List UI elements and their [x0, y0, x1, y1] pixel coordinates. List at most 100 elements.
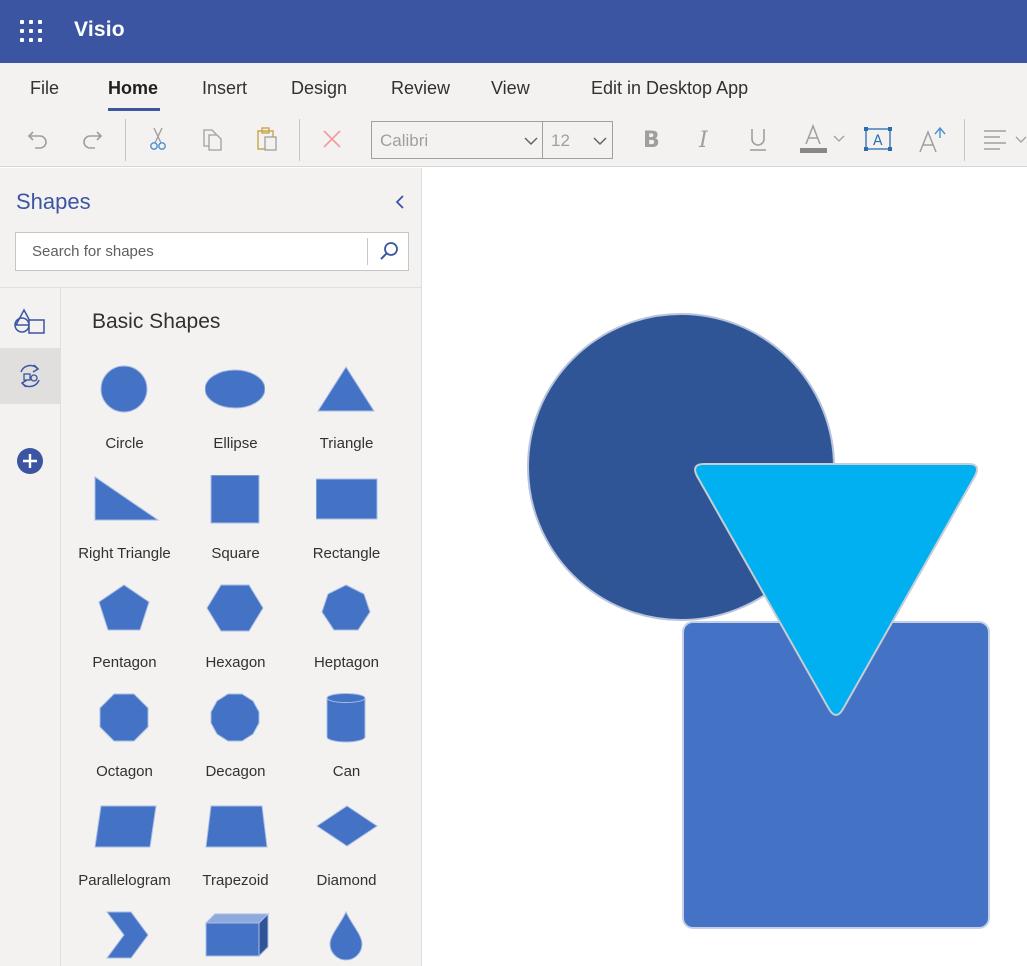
shape-rectangle[interactable]: Rectangle: [291, 475, 402, 575]
title-bar: Visio: [0, 0, 1027, 63]
paste-button[interactable]: [247, 115, 287, 163]
shape-can[interactable]: Can: [291, 693, 402, 793]
search-input[interactable]: [16, 233, 366, 270]
toolbar-separator: [125, 119, 126, 161]
chevron-shape-icon: [106, 911, 149, 959]
undo-button[interactable]: [18, 115, 58, 163]
search-icon[interactable]: [372, 235, 406, 269]
shape-teardrop[interactable]: [291, 911, 402, 966]
shape-diamond[interactable]: Diamond: [291, 802, 402, 902]
shape-label: Rectangle: [312, 545, 381, 562]
shape-label: Circle: [105, 435, 144, 452]
tab-view[interactable]: View: [491, 78, 530, 99]
decagon-icon: [210, 693, 260, 742]
chevron-down-icon: [524, 137, 538, 145]
copy-button[interactable]: [192, 115, 232, 163]
shape-ellipse[interactable]: Ellipse: [180, 365, 291, 465]
shape-label: Parallelogram: [78, 872, 171, 889]
italic-icon: I: [698, 128, 709, 151]
rectangle-icon: [316, 478, 378, 520]
hexagon-icon: [206, 584, 264, 632]
app-launcher-icon[interactable]: [20, 20, 42, 42]
shape-label: Hexagon: [205, 654, 266, 671]
tab-design[interactable]: Design: [291, 78, 347, 99]
redo-icon: [83, 131, 103, 149]
ribbon: File Home Insert Design Review View Edit…: [0, 63, 1027, 167]
delete-button[interactable]: [312, 115, 352, 163]
font-size-dropdown[interactable]: 12: [543, 121, 613, 159]
redo-button[interactable]: [72, 115, 112, 163]
shape-octagon[interactable]: Octagon: [69, 693, 180, 793]
square-icon: [210, 475, 260, 524]
align-button[interactable]: [980, 115, 1027, 163]
stencil-title: Basic Shapes: [92, 310, 221, 333]
teardrop-icon: [329, 911, 363, 961]
text-box-button[interactable]: A: [858, 115, 898, 163]
tab-edit-in-desktop-app[interactable]: Edit in Desktop App: [591, 78, 748, 99]
shape-square[interactable]: Square: [180, 475, 291, 575]
shape-label: Heptagon: [313, 654, 380, 671]
tab-review[interactable]: Review: [391, 78, 450, 99]
shape-block[interactable]: [180, 911, 291, 966]
shape-circle[interactable]: Circle: [69, 365, 180, 465]
drawing-canvas[interactable]: [423, 168, 1027, 966]
ribbon-tabs: File Home Insert Design Review View Edit…: [0, 63, 1027, 113]
shapes-icon: [14, 308, 45, 334]
ellipse-icon: [205, 369, 265, 409]
shape-label: Square: [211, 545, 260, 562]
shape-chevron[interactable]: [69, 911, 180, 966]
shape-label: Triangle: [319, 435, 374, 452]
shape-right-triangle[interactable]: Right Triangle: [69, 475, 180, 575]
pentagon-icon: [98, 584, 150, 631]
parallelogram-icon: [94, 805, 157, 848]
panel-title: Shapes: [16, 189, 91, 214]
svg-text:A: A: [873, 133, 883, 149]
cut-button[interactable]: [138, 115, 178, 163]
app-name[interactable]: Visio: [74, 18, 125, 42]
rail-add-stencil[interactable]: [0, 433, 60, 489]
shape-trapezoid[interactable]: Trapezoid: [180, 802, 291, 902]
stencil-rail: [0, 288, 61, 966]
undo-icon: [27, 131, 47, 149]
rail-basic-shapes[interactable]: [0, 292, 60, 348]
svg-text:I: I: [698, 128, 709, 151]
cut-icon: [150, 127, 166, 150]
font-color-button[interactable]: [796, 115, 850, 163]
shape-label: Decagon: [205, 763, 266, 780]
add-icon: [17, 448, 43, 474]
font-name-dropdown[interactable]: Calibri: [371, 121, 543, 159]
toolbar-separator: [299, 119, 300, 161]
underline-icon: [750, 129, 766, 151]
tab-insert[interactable]: Insert: [202, 78, 247, 99]
grow-font-icon: [919, 126, 946, 153]
font-color-icon: [800, 123, 845, 153]
shape-label: Ellipse: [213, 435, 258, 452]
shape-parallelogram[interactable]: Parallelogram: [69, 802, 180, 902]
tab-file[interactable]: File: [30, 78, 59, 99]
text-box-icon: A: [864, 127, 892, 151]
circle-icon: [100, 365, 148, 413]
shape-decagon[interactable]: Decagon: [180, 693, 291, 793]
svg-text:B: B: [643, 128, 660, 151]
trapezoid-icon: [205, 805, 268, 848]
tab-home[interactable]: Home: [108, 78, 158, 99]
shape-triangle[interactable]: Triangle: [291, 365, 402, 465]
collapse-panel-icon[interactable]: [390, 192, 410, 212]
close-icon: [323, 130, 341, 148]
diamond-icon: [316, 805, 378, 847]
heptagon-icon: [321, 584, 371, 631]
bold-button[interactable]: B: [630, 115, 670, 163]
shape-pentagon[interactable]: Pentagon: [69, 584, 180, 684]
copy-icon: [203, 129, 222, 151]
italic-button[interactable]: I: [684, 115, 724, 163]
home-toolbar: Calibri 12 B I A: [0, 115, 1027, 165]
shape-label: Right Triangle: [78, 545, 171, 562]
can-icon: [326, 693, 366, 743]
shape-hexagon[interactable]: Hexagon: [180, 584, 291, 684]
rail-recent-shapes[interactable]: [0, 348, 60, 404]
search-divider: [367, 238, 368, 265]
shape-label: Diamond: [316, 872, 377, 889]
shape-heptagon[interactable]: Heptagon: [291, 584, 402, 684]
underline-button[interactable]: [738, 115, 778, 163]
grow-font-button[interactable]: [912, 115, 952, 163]
